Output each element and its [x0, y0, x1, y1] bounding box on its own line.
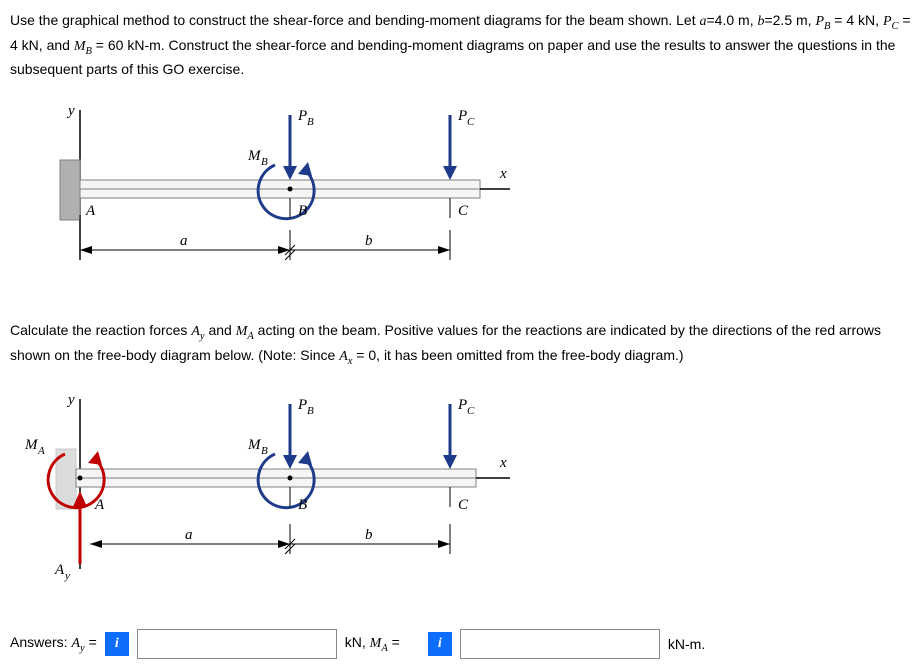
- ma-input[interactable]: [460, 629, 660, 659]
- svg-text:b: b: [365, 233, 373, 249]
- svg-text:A: A: [94, 497, 105, 513]
- svg-text:P: P: [297, 397, 307, 413]
- svg-text:P: P: [457, 397, 467, 413]
- svg-text:a: a: [185, 527, 193, 543]
- svg-text:x: x: [499, 455, 507, 471]
- svg-text:M: M: [24, 437, 39, 453]
- svg-text:A: A: [54, 562, 65, 578]
- svg-text:C: C: [458, 497, 469, 513]
- svg-text:y: y: [66, 103, 75, 119]
- instruction-text: Calculate the reaction forces Ay and MA …: [10, 320, 912, 369]
- svg-text:y: y: [64, 570, 70, 582]
- svg-text:M: M: [247, 437, 262, 453]
- info-icon[interactable]: i: [105, 632, 129, 656]
- answers-prefix: Answers: Ay =: [10, 634, 97, 654]
- beam-diagram-2: y x MA Ay PB PC MB A B C a b: [20, 389, 500, 599]
- svg-text:B: B: [298, 497, 307, 513]
- svg-text:B: B: [307, 405, 314, 417]
- beam-diagram-1: y x PB PC MB A B C a b: [50, 100, 530, 290]
- svg-text:B: B: [261, 445, 268, 457]
- svg-text:C: C: [458, 203, 469, 219]
- svg-text:C: C: [467, 405, 475, 417]
- problem-statement: Use the graphical method to construct th…: [10, 10, 912, 80]
- ma-unit: kN-m.: [668, 636, 705, 652]
- svg-text:y: y: [66, 392, 75, 408]
- answers-row: Answers: Ay = i kN, MA = i kN-m.: [10, 629, 912, 659]
- svg-text:B: B: [298, 203, 307, 219]
- info-icon[interactable]: i: [428, 632, 452, 656]
- svg-text:A: A: [37, 445, 45, 457]
- ay-input[interactable]: [137, 629, 337, 659]
- svg-text:b: b: [365, 527, 373, 543]
- svg-text:B: B: [307, 116, 314, 128]
- svg-text:P: P: [297, 108, 307, 124]
- ay-unit: kN, MA =: [345, 634, 400, 654]
- svg-text:x: x: [499, 166, 507, 182]
- svg-text:P: P: [457, 108, 467, 124]
- svg-text:a: a: [180, 233, 188, 249]
- svg-text:C: C: [467, 116, 475, 128]
- svg-text:B: B: [261, 156, 268, 168]
- svg-text:A: A: [85, 203, 96, 219]
- svg-text:M: M: [247, 148, 262, 164]
